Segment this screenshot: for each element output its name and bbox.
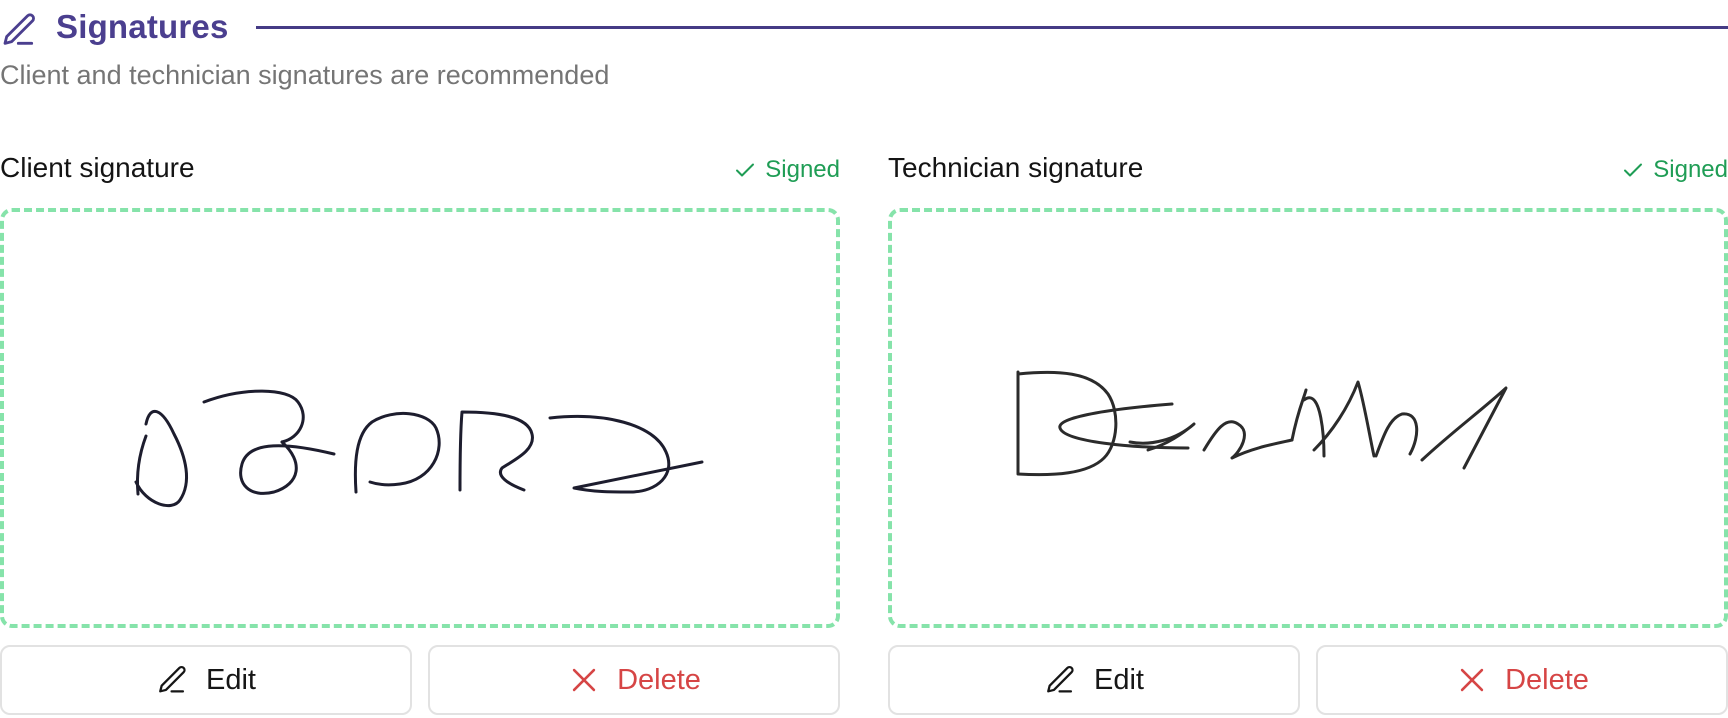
section-subtitle: Client and technician signatures are rec… bbox=[0, 60, 610, 90]
client-status-text: Signed bbox=[765, 156, 840, 183]
client-signature-drawing bbox=[134, 389, 704, 508]
section-title: Signatures bbox=[56, 8, 229, 45]
technician-signature-panel: Technician signature Signed Edit Delete bbox=[888, 150, 1728, 718]
technician-signature-label: Technician signature bbox=[888, 152, 1144, 183]
check-icon bbox=[736, 163, 755, 177]
technician-signature-pad[interactable] bbox=[888, 208, 1728, 628]
client-signature-panel: Client signature Signed Edit Delete bbox=[0, 150, 840, 718]
close-icon bbox=[572, 668, 596, 692]
check-icon bbox=[1624, 163, 1643, 177]
pencil-icon bbox=[1047, 665, 1074, 693]
technician-delete-button[interactable]: Delete bbox=[1316, 645, 1728, 715]
pencil-icon bbox=[159, 665, 186, 693]
pencil-icon bbox=[3, 13, 35, 45]
technician-edit-label: Edit bbox=[1094, 663, 1144, 696]
close-icon bbox=[1460, 668, 1484, 692]
client-delete-label: Delete bbox=[617, 663, 701, 696]
client-signature-pad[interactable] bbox=[0, 208, 840, 628]
technician-delete-label: Delete bbox=[1505, 663, 1589, 696]
technician-status-badge: Signed bbox=[1621, 156, 1728, 184]
technician-status-text: Signed bbox=[1653, 156, 1728, 183]
client-edit-label: Edit bbox=[206, 663, 256, 696]
technician-edit-button[interactable]: Edit bbox=[888, 645, 1300, 715]
section-header: Signatures bbox=[0, 6, 1728, 50]
client-status-badge: Signed bbox=[733, 156, 840, 184]
client-edit-button[interactable]: Edit bbox=[0, 645, 412, 715]
section-divider bbox=[256, 26, 1728, 29]
client-signature-label: Client signature bbox=[0, 152, 195, 183]
technician-signature-drawing bbox=[1016, 370, 1508, 477]
client-delete-button[interactable]: Delete bbox=[428, 645, 840, 715]
